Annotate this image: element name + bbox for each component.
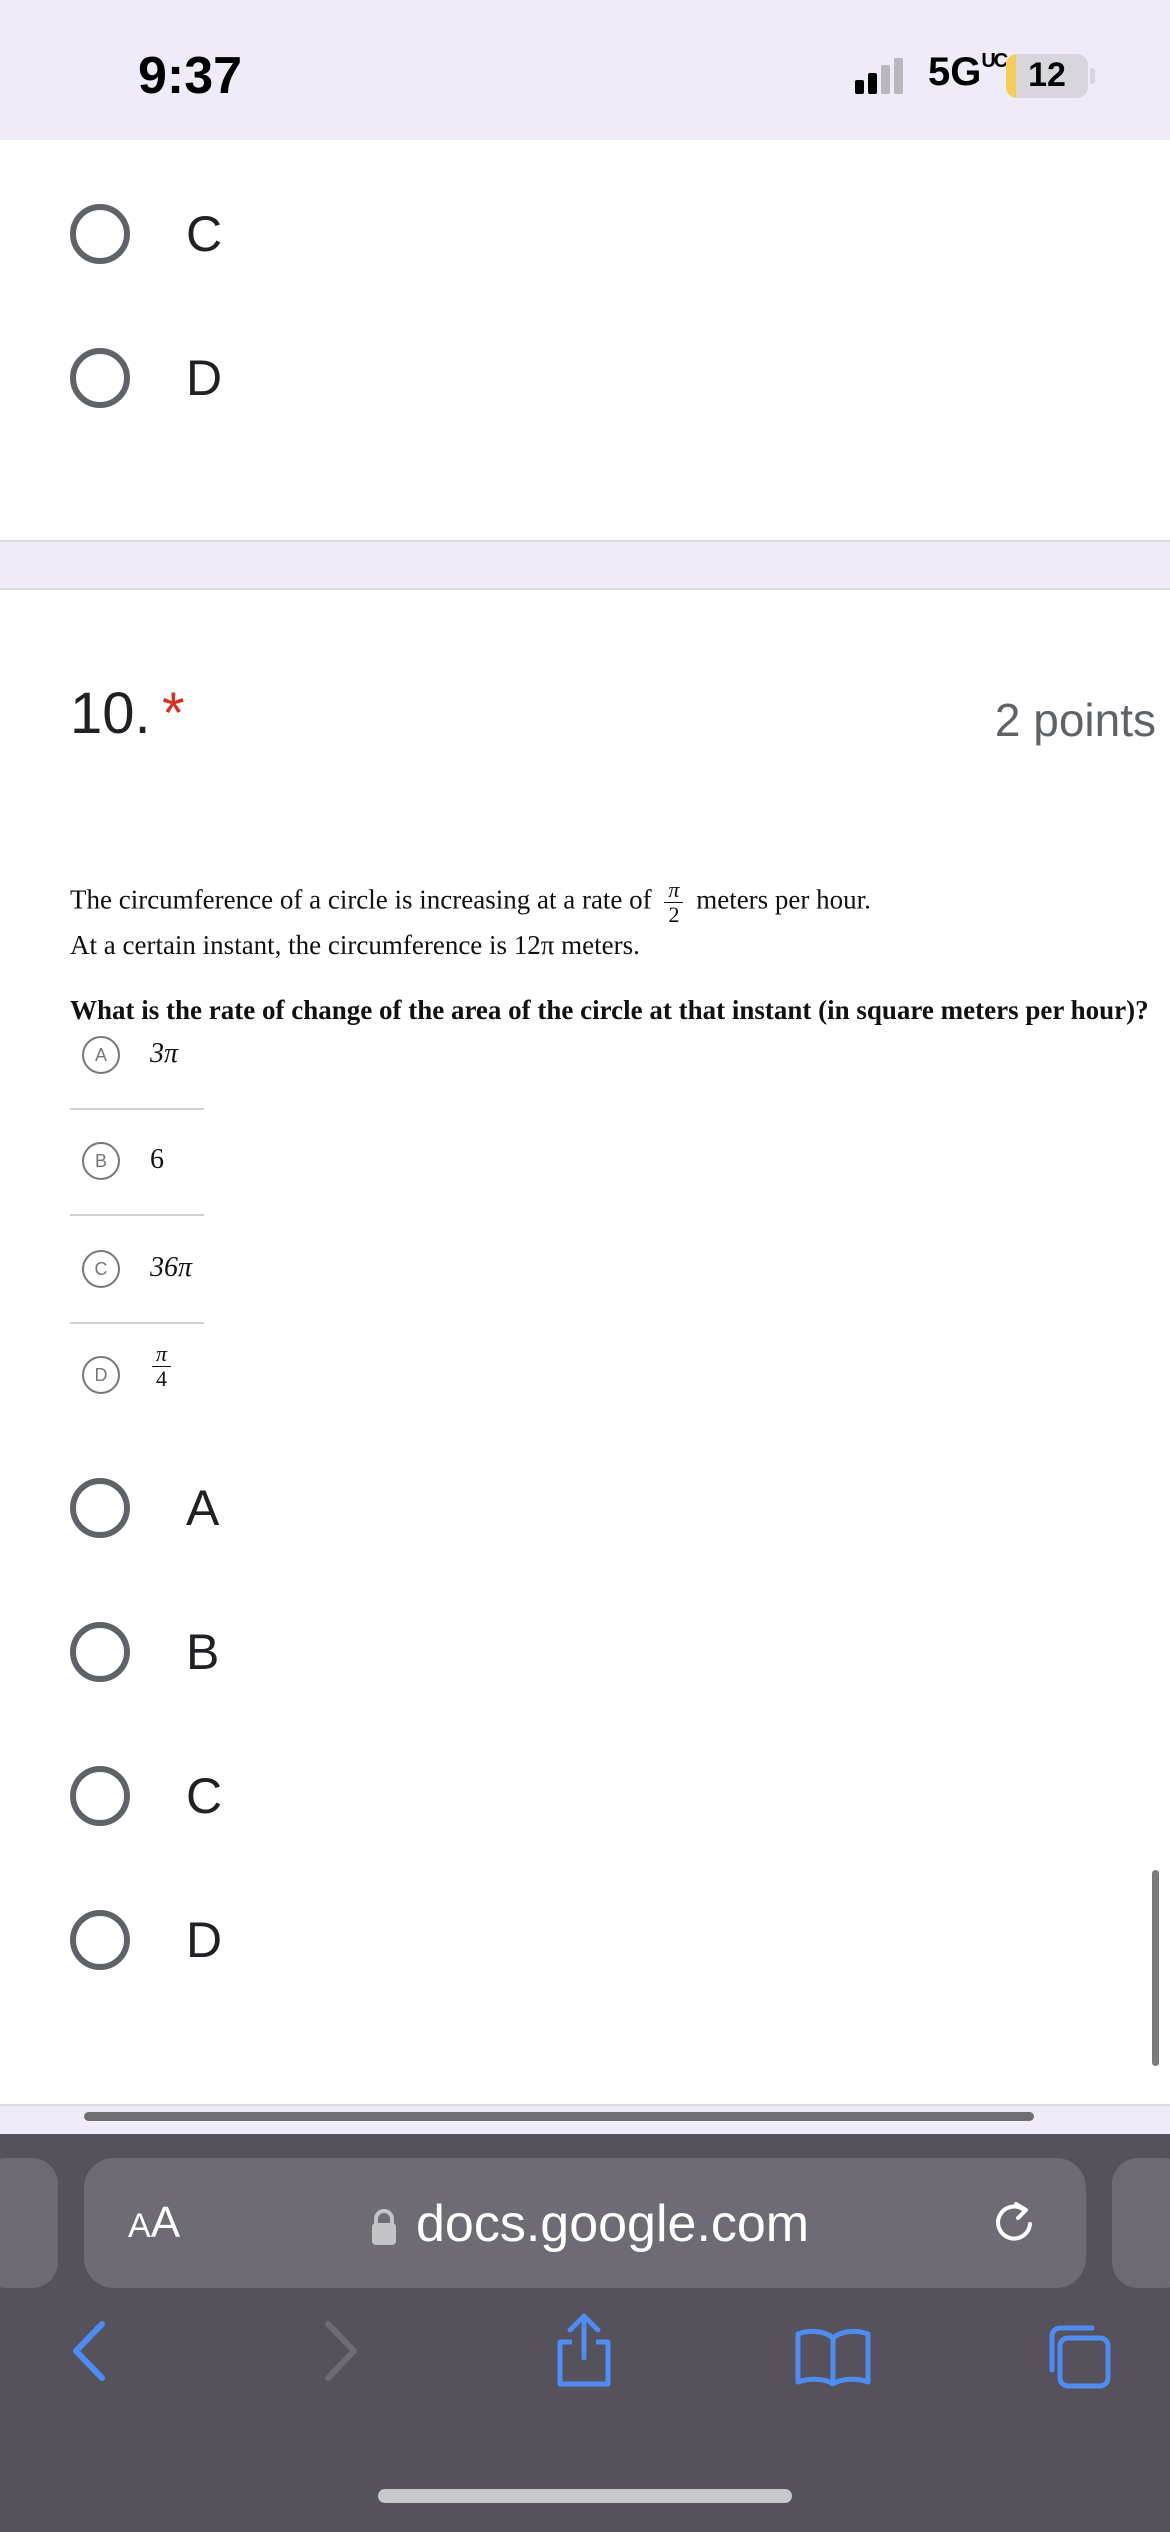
bookmarks-icon[interactable] [794, 2326, 872, 2386]
reload-icon[interactable] [990, 2198, 1038, 2246]
radio-button[interactable] [70, 1478, 130, 1538]
page-scroll-indicator [84, 2112, 1034, 2121]
question-text: The circumference of a circle is increas… [70, 884, 652, 915]
choice-letter: C [82, 1250, 120, 1288]
scrollbar[interactable] [1152, 1870, 1159, 2066]
cellular-signal-icon [855, 58, 903, 94]
question-points: 2 points [994, 694, 1156, 746]
divider [70, 1322, 204, 1324]
option-label: D [186, 350, 223, 406]
divider [70, 1108, 204, 1110]
radio-button[interactable] [70, 1622, 130, 1682]
image-choice-b: B 6 [70, 1142, 204, 1216]
divider [70, 1214, 204, 1216]
option-label: D [186, 1912, 223, 1968]
back-icon[interactable] [64, 2318, 112, 2384]
radio-button[interactable] [70, 348, 130, 408]
radio-button[interactable] [70, 204, 130, 264]
aa-small: A [128, 2207, 151, 2245]
choice-letter: A [82, 1036, 120, 1074]
option-label: C [186, 206, 223, 262]
fraction-denominator: 2 [668, 902, 680, 927]
question-number: 10. [70, 681, 151, 746]
image-choice-a: A 3π [70, 1036, 204, 1110]
battery-level: 12 [1028, 56, 1066, 94]
url-text[interactable]: docs.google.com [416, 2194, 809, 2254]
lock-icon [372, 2209, 396, 2245]
fraction-denominator: 4 [156, 1366, 168, 1391]
option-a[interactable]: A [70, 1470, 219, 1546]
option-label: B [186, 1624, 220, 1680]
choice-letter: D [82, 1356, 120, 1394]
network-type: 5GUC [928, 50, 1008, 94]
battery-icon: 12 [1006, 54, 1088, 98]
home-indicator [378, 2489, 792, 2503]
next-tab-preview[interactable] [1112, 2158, 1170, 2288]
fraction-numerator: π [152, 1342, 172, 1367]
radio-button[interactable] [70, 1910, 130, 1970]
fraction-numerator: π [664, 878, 684, 903]
clock: 9:37 [138, 47, 243, 105]
rate-fraction: π 2 [664, 878, 684, 927]
question-image-line3: What is the rate of change of the area o… [70, 995, 1149, 1025]
image-choice-c: C 36π [70, 1250, 204, 1324]
question-image-line1: The circumference of a circle is increas… [70, 878, 871, 927]
choice-letter: B [82, 1142, 120, 1180]
required-marker: * [162, 681, 185, 746]
image-choice-d: D π 4 [70, 1342, 204, 1412]
choice-value: 3π [150, 1038, 179, 1069]
option-label: A [186, 1480, 220, 1536]
choice-value: 36π [150, 1252, 193, 1283]
share-icon[interactable] [552, 2312, 616, 2388]
option-d[interactable]: D [70, 340, 222, 416]
option-b[interactable]: B [70, 1614, 219, 1690]
option-label: C [186, 1768, 223, 1824]
previous-question-card: C D [0, 140, 1170, 542]
previous-tab-preview[interactable] [0, 2158, 58, 2288]
page-settings-button[interactable]: AA [128, 2198, 180, 2248]
question-image-line2: At a certain instant, the circumference … [70, 930, 640, 960]
question-text: meters per hour. [696, 884, 871, 915]
battery-tip [1090, 68, 1095, 84]
choice-value: 6 [150, 1144, 164, 1175]
radio-button[interactable] [70, 1766, 130, 1826]
option-c[interactable]: C [70, 1758, 222, 1834]
option-d[interactable]: D [70, 1902, 222, 1978]
tabs-icon[interactable] [1044, 2322, 1114, 2392]
option-c[interactable]: C [70, 196, 222, 272]
aa-large: A [150, 2198, 181, 2247]
choice-value: π 4 [146, 1342, 177, 1391]
forward-icon[interactable] [318, 2318, 366, 2384]
